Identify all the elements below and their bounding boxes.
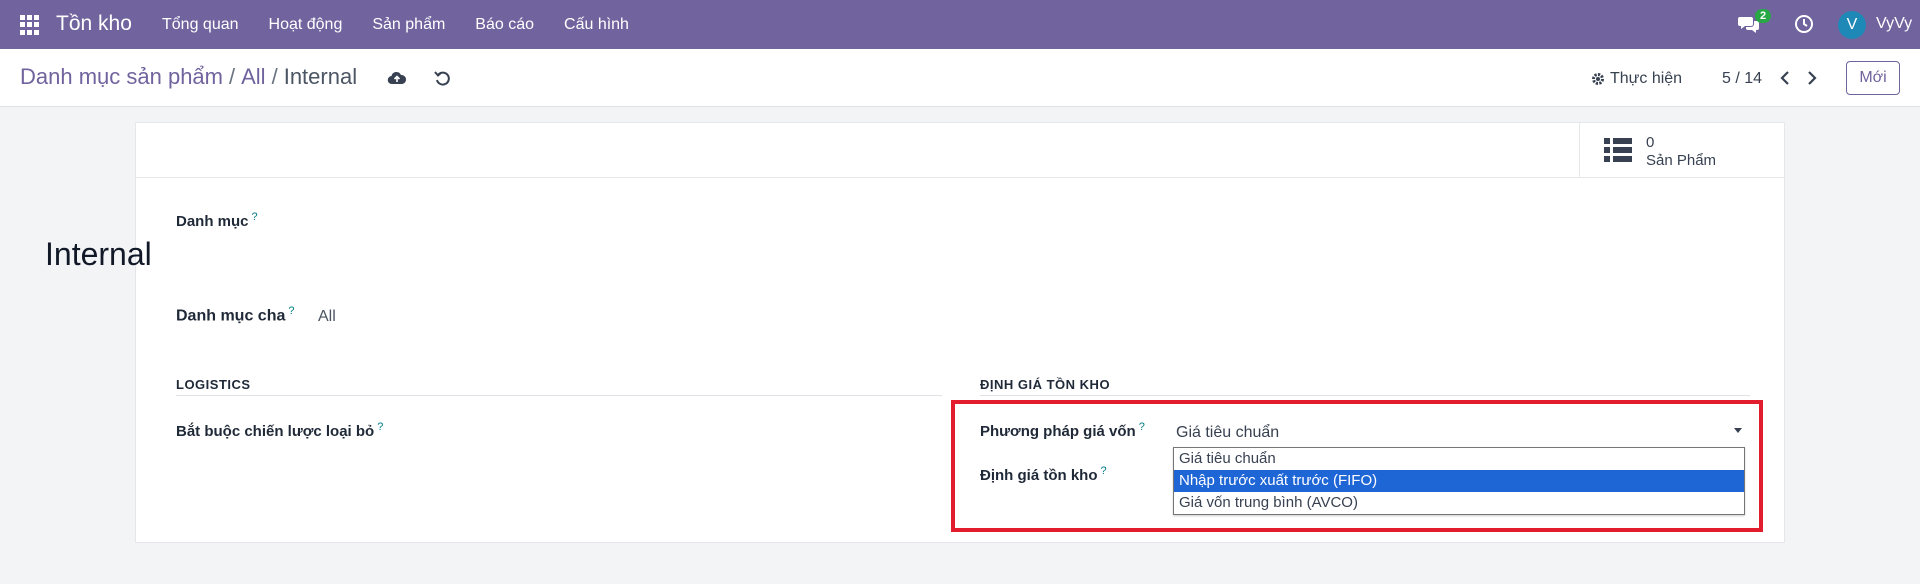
removal-strategy-label: Bắt buộc chiến lược loại bỏ? — [176, 421, 384, 440]
category-name-label: Danh mục? — [176, 211, 258, 230]
save-cloud-icon[interactable] — [387, 70, 407, 86]
gear-icon — [1592, 73, 1604, 85]
breadcrumb-separator: / — [271, 64, 278, 89]
inventory-valuation-label: Định giá tồn kho? — [980, 465, 1107, 484]
menu-configuration[interactable]: Cấu hình — [564, 16, 629, 34]
costing-method-select[interactable]: Giá tiêu chuẩn — [1176, 424, 1746, 442]
top-navbar: Tồn kho Tổng quan Hoạt động Sản phẩm Báo… — [0, 0, 1920, 49]
new-button[interactable]: Mới — [1846, 61, 1900, 95]
section-divider — [176, 395, 942, 396]
section-divider — [980, 395, 1750, 396]
activity-clock-icon[interactable] — [1794, 14, 1814, 34]
user-avatar[interactable]: V — [1838, 11, 1866, 39]
action-button[interactable]: Thực hiện — [1591, 70, 1682, 88]
help-tooltip-icon[interactable]: ? — [288, 305, 294, 317]
products-stat-button[interactable]: 0 Sản Phẩm — [1579, 123, 1784, 178]
stat-count: 0 — [1646, 134, 1655, 151]
chevron-down-icon[interactable] — [1734, 428, 1742, 433]
app-title[interactable]: Tồn kho — [56, 12, 132, 36]
help-tooltip-icon[interactable]: ? — [252, 211, 258, 223]
menu-products[interactable]: Sản phẩm — [372, 16, 445, 34]
menu-operations[interactable]: Hoạt động — [269, 16, 343, 34]
costing-method-dropdown: Giá tiêu chuẩn Nhập trước xuất trước (FI… — [1173, 447, 1745, 515]
discard-undo-icon[interactable] — [434, 70, 450, 86]
breadcrumb-product-categories[interactable]: Danh mục sản phẩm — [20, 64, 223, 90]
inventory-valuation-section-title: ĐỊNH GIÁ TỒN KHO — [980, 377, 1111, 392]
breadcrumb-current: Internal — [283, 64, 358, 89]
breadcrumb-all[interactable]: All — [241, 64, 265, 90]
logistics-section-title: LOGISTICS — [176, 377, 251, 392]
apps-grid-icon[interactable] — [20, 15, 40, 35]
help-tooltip-icon[interactable]: ? — [377, 421, 383, 433]
menu-overview[interactable]: Tổng quan — [162, 16, 239, 34]
username[interactable]: VyVy — [1876, 15, 1912, 33]
stat-label: Sản Phẩm — [1646, 152, 1717, 169]
help-tooltip-icon[interactable]: ? — [1139, 421, 1145, 433]
list-icon — [1604, 138, 1632, 162]
chevron-right-icon[interactable] — [1805, 69, 1819, 87]
button-box: 0 Sản Phẩm — [136, 123, 1784, 178]
action-button-label: Thực hiện — [1610, 70, 1683, 87]
costing-method-label: Phương pháp giá vốn? — [980, 421, 1145, 440]
chevron-left-icon[interactable] — [1778, 69, 1792, 87]
option-standard-price[interactable]: Giá tiêu chuẩn — [1174, 448, 1744, 470]
help-tooltip-icon[interactable]: ? — [1101, 465, 1107, 477]
category-name-field[interactable]: Internal — [45, 236, 152, 273]
pager-value[interactable]: 5 / 14 — [1722, 70, 1762, 88]
option-fifo[interactable]: Nhập trước xuất trước (FIFO) — [1174, 470, 1744, 492]
menu-reporting[interactable]: Báo cáo — [475, 16, 534, 34]
main-menu: Tổng quan Hoạt động Sản phẩm Báo cáo Cấu… — [162, 0, 659, 49]
parent-category-label: Danh mục cha? — [176, 305, 295, 325]
parent-category-field[interactable]: All — [318, 308, 336, 326]
message-count-badge: 2 — [1755, 9, 1772, 23]
option-avco[interactable]: Giá vốn trung bình (AVCO) — [1174, 492, 1744, 514]
breadcrumb-separator: / — [229, 64, 236, 89]
breadcrumb: Danh mục sản phẩm / All / Internal — [20, 64, 357, 90]
